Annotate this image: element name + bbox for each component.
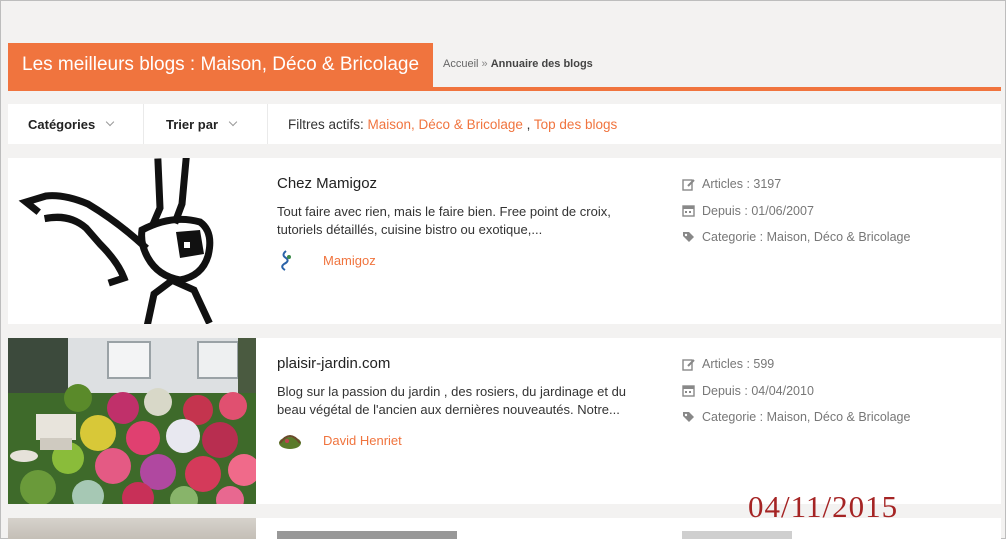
articles-count-row: Articles : 3197	[682, 176, 910, 192]
active-filter-top-link[interactable]: Top des blogs	[534, 117, 617, 132]
date-stamp: 04/11/2015	[748, 489, 899, 524]
active-filters-separator: ,	[526, 116, 531, 132]
active-filters-label: Filtres actifs:	[288, 116, 364, 132]
tag-icon	[683, 411, 694, 422]
blog-description: Blog sur la passion du jardin , des rosi…	[277, 384, 627, 417]
breadcrumb: Accueil » Annuaire des blogs	[443, 58, 593, 70]
blog-card: Chez Mamigoz Tout faire avec rien, mais …	[8, 158, 1001, 324]
since-date-row: Depuis : 01/06/2007	[682, 203, 910, 219]
active-filters: Filtres actifs: Maison, Déco & Bricolage…	[268, 117, 617, 132]
blog-meta-placeholder	[682, 531, 792, 539]
categories-dropdown[interactable]: Catégories	[8, 104, 144, 144]
breadcrumb-current: Annuaire des blogs	[490, 58, 593, 70]
chevron-down-icon	[228, 117, 238, 127]
blog-thumbnail[interactable]	[8, 338, 256, 504]
chevron-down-icon	[105, 117, 115, 127]
blog-card: plaisir-jardin.com Blog sur la passion d…	[8, 338, 1001, 504]
page-header: Les meilleurs blogs : Maison, Déco & Bri…	[8, 43, 1001, 91]
category-text: Categorie : Maison, Déco & Bricolage	[702, 230, 911, 244]
author-name: David Henriet	[323, 432, 402, 448]
blog-meta: Articles : 599 Depuis : 04/04/2010 Categ…	[682, 356, 910, 436]
edit-icon	[682, 178, 695, 191]
category-row: Categorie : Maison, Déco & Bricolage	[682, 229, 910, 245]
blog-title-link[interactable]: plaisir-jardin.com	[277, 355, 390, 372]
category-text: Categorie : Maison, Déco & Bricolage	[702, 410, 911, 424]
since-date: Depuis : 04/04/2010	[702, 383, 814, 398]
blog-author-link[interactable]: David Henriet	[277, 429, 402, 451]
author-avatar-icon	[277, 429, 303, 451]
blog-thumbnail[interactable]	[8, 518, 256, 539]
author-name: Mamigoz	[323, 252, 376, 268]
author-avatar-icon	[277, 249, 303, 271]
active-filter-category-link[interactable]: Maison, Déco & Bricolage	[368, 117, 523, 132]
blog-title-link[interactable]: Chez Mamigoz	[277, 175, 377, 192]
since-date-row: Depuis : 04/04/2010	[682, 383, 910, 399]
page-title: Les meilleurs blogs : Maison, Déco & Bri…	[8, 43, 433, 87]
header-divider	[8, 87, 1001, 91]
since-date: Depuis : 01/06/2007	[702, 203, 814, 218]
articles-count-row: Articles : 599	[682, 356, 910, 372]
filter-bar: Catégories Trier par Filtres actifs: Mai…	[8, 104, 1001, 144]
calendar-icon	[682, 205, 695, 217]
blog-thumbnail[interactable]	[8, 158, 256, 324]
blog-description: Tout faire avec rien, mais le faire bien…	[277, 204, 611, 237]
breadcrumb-separator: »	[481, 58, 488, 70]
category-row: Categorie : Maison, Déco & Bricolage	[682, 409, 910, 425]
sort-dropdown[interactable]: Trier par	[144, 104, 268, 144]
blog-meta: Articles : 3197 Depuis : 01/06/2007 Cate…	[682, 176, 910, 256]
tag-icon	[683, 231, 694, 242]
breadcrumb-home-link[interactable]: Accueil	[443, 58, 478, 70]
blog-author-link[interactable]: Mamigoz	[277, 249, 376, 271]
calendar-icon	[682, 385, 695, 397]
sort-dropdown-label: Trier par	[166, 116, 219, 132]
edit-icon	[682, 358, 695, 371]
categories-dropdown-label: Catégories	[28, 116, 96, 132]
articles-count: Articles : 3197	[702, 177, 782, 191]
blog-title-placeholder[interactable]	[277, 531, 457, 539]
articles-count: Articles : 599	[702, 357, 775, 371]
